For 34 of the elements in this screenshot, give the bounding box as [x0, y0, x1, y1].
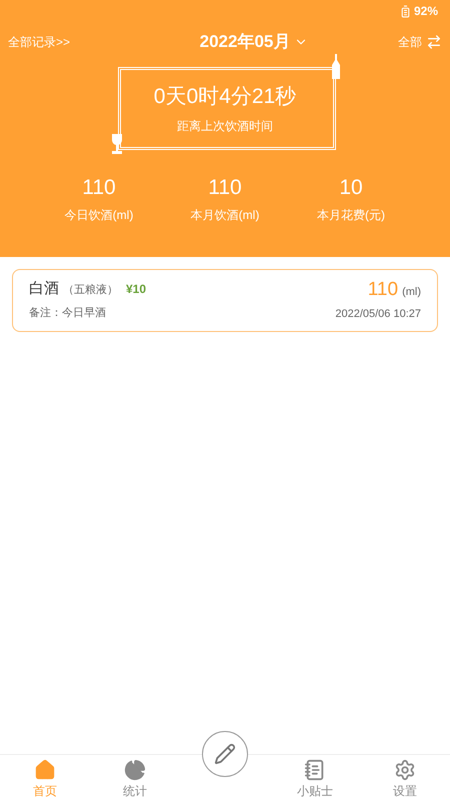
stat-value: 110	[82, 175, 116, 201]
nav-tab[interactable]: 首页	[0, 755, 90, 800]
settings-icon	[394, 759, 416, 781]
record-note: 备注：今日早酒	[29, 306, 107, 320]
home-icon	[34, 759, 56, 781]
timer-caption: 距离上次饮酒时间	[177, 118, 273, 135]
stat-value: 110	[208, 175, 242, 201]
drink-price: ¥10	[126, 281, 146, 298]
stat-label: 本月饮酒(ml)	[190, 207, 260, 224]
stat-value: 10	[339, 175, 363, 201]
battery-level: 92%	[414, 3, 438, 20]
stat-label: 今日饮酒(ml)	[64, 207, 134, 224]
notebook-icon	[304, 759, 326, 781]
drink-brand: （五粮液）	[63, 282, 118, 298]
pie-chart-icon	[124, 759, 146, 781]
swap-icon	[426, 34, 442, 50]
add-record-button[interactable]	[202, 731, 248, 777]
drink-amount: 110	[368, 278, 398, 302]
stat-label: 本月花费(元)	[317, 207, 385, 224]
amount-unit: (ml)	[402, 285, 421, 300]
record-time: 2022/05/06 10:27	[335, 307, 421, 322]
nav-tab[interactable]: 设置	[360, 755, 450, 800]
pencil-icon	[214, 743, 236, 765]
wine-glass-icon	[111, 134, 123, 154]
record-card[interactable]: 白酒 （五粮液） ¥10 备注：今日早酒 110 (ml) 2022/05/06 10:27	[12, 269, 438, 332]
drink-name: 白酒	[29, 279, 59, 299]
battery-icon	[398, 4, 412, 18]
elapsed-time: 0天0时4分21秒	[154, 84, 296, 110]
bottle-icon	[331, 54, 341, 79]
all-records-link[interactable]: 全部记录>>	[8, 33, 70, 51]
nav-tab[interactable]: 统计	[90, 755, 180, 800]
nav-tab[interactable]: 小贴士	[270, 755, 360, 800]
month-picker[interactable]: 2022年05月	[200, 29, 308, 55]
filter-button[interactable]: 全部	[398, 33, 442, 51]
